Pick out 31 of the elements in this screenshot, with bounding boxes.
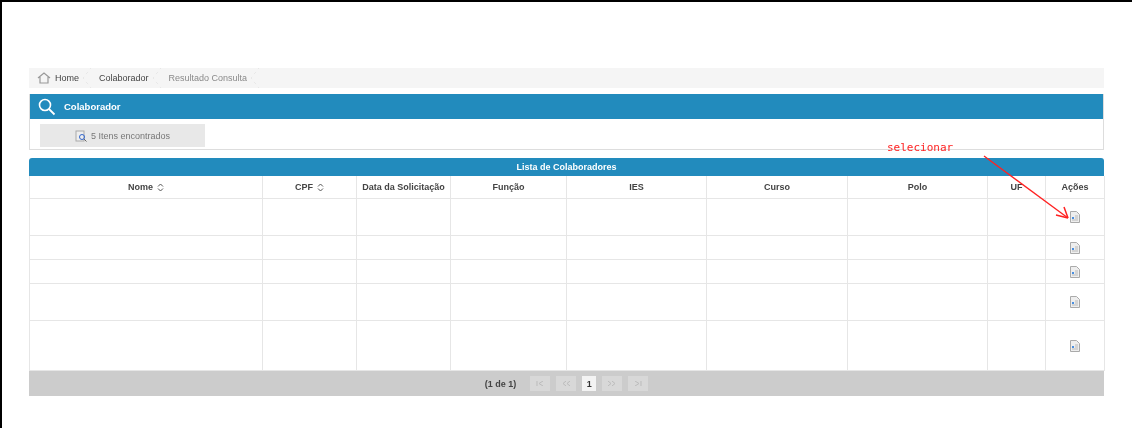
column-header[interactable]: Nome	[30, 176, 263, 199]
document-icon[interactable]	[1070, 211, 1080, 223]
sort-icon[interactable]	[317, 182, 324, 192]
document-search-icon	[74, 129, 87, 142]
breadcrumb-link[interactable]: Colaborador	[95, 68, 153, 88]
column-header: Ações	[1046, 176, 1105, 199]
last-page-icon	[634, 381, 643, 386]
column-header: Data da Solicitação	[357, 176, 451, 199]
table-title: Lista de Colaboradores	[29, 158, 1104, 176]
document-icon[interactable]	[1070, 296, 1080, 308]
column-header: Curso	[707, 176, 848, 199]
document-icon[interactable]	[1070, 339, 1080, 352]
page-summary: (1 de 1)	[484, 378, 517, 389]
next-page-icon	[608, 381, 617, 386]
panel-title: Colaborador	[64, 101, 121, 112]
first-page-icon	[536, 381, 545, 386]
column-header: Polo	[848, 176, 988, 199]
document-icon[interactable]	[1070, 265, 1080, 278]
column-header: Função	[451, 176, 567, 199]
column-header: IES	[567, 176, 707, 199]
sort-icon[interactable]	[157, 182, 164, 192]
column-header[interactable]: CPF	[263, 176, 357, 199]
home-icon	[37, 72, 51, 84]
previous-page-icon	[562, 381, 571, 386]
annotation-label: selecionar	[887, 141, 954, 154]
column-header: UF	[988, 176, 1046, 199]
document-icon[interactable]	[1070, 241, 1080, 254]
page-button[interactable]: 1	[582, 376, 597, 391]
breadcrumb-link[interactable]: Home	[33, 68, 83, 88]
results-button[interactable]: 5 Itens encontrados	[40, 124, 205, 147]
search-icon	[38, 97, 56, 116]
